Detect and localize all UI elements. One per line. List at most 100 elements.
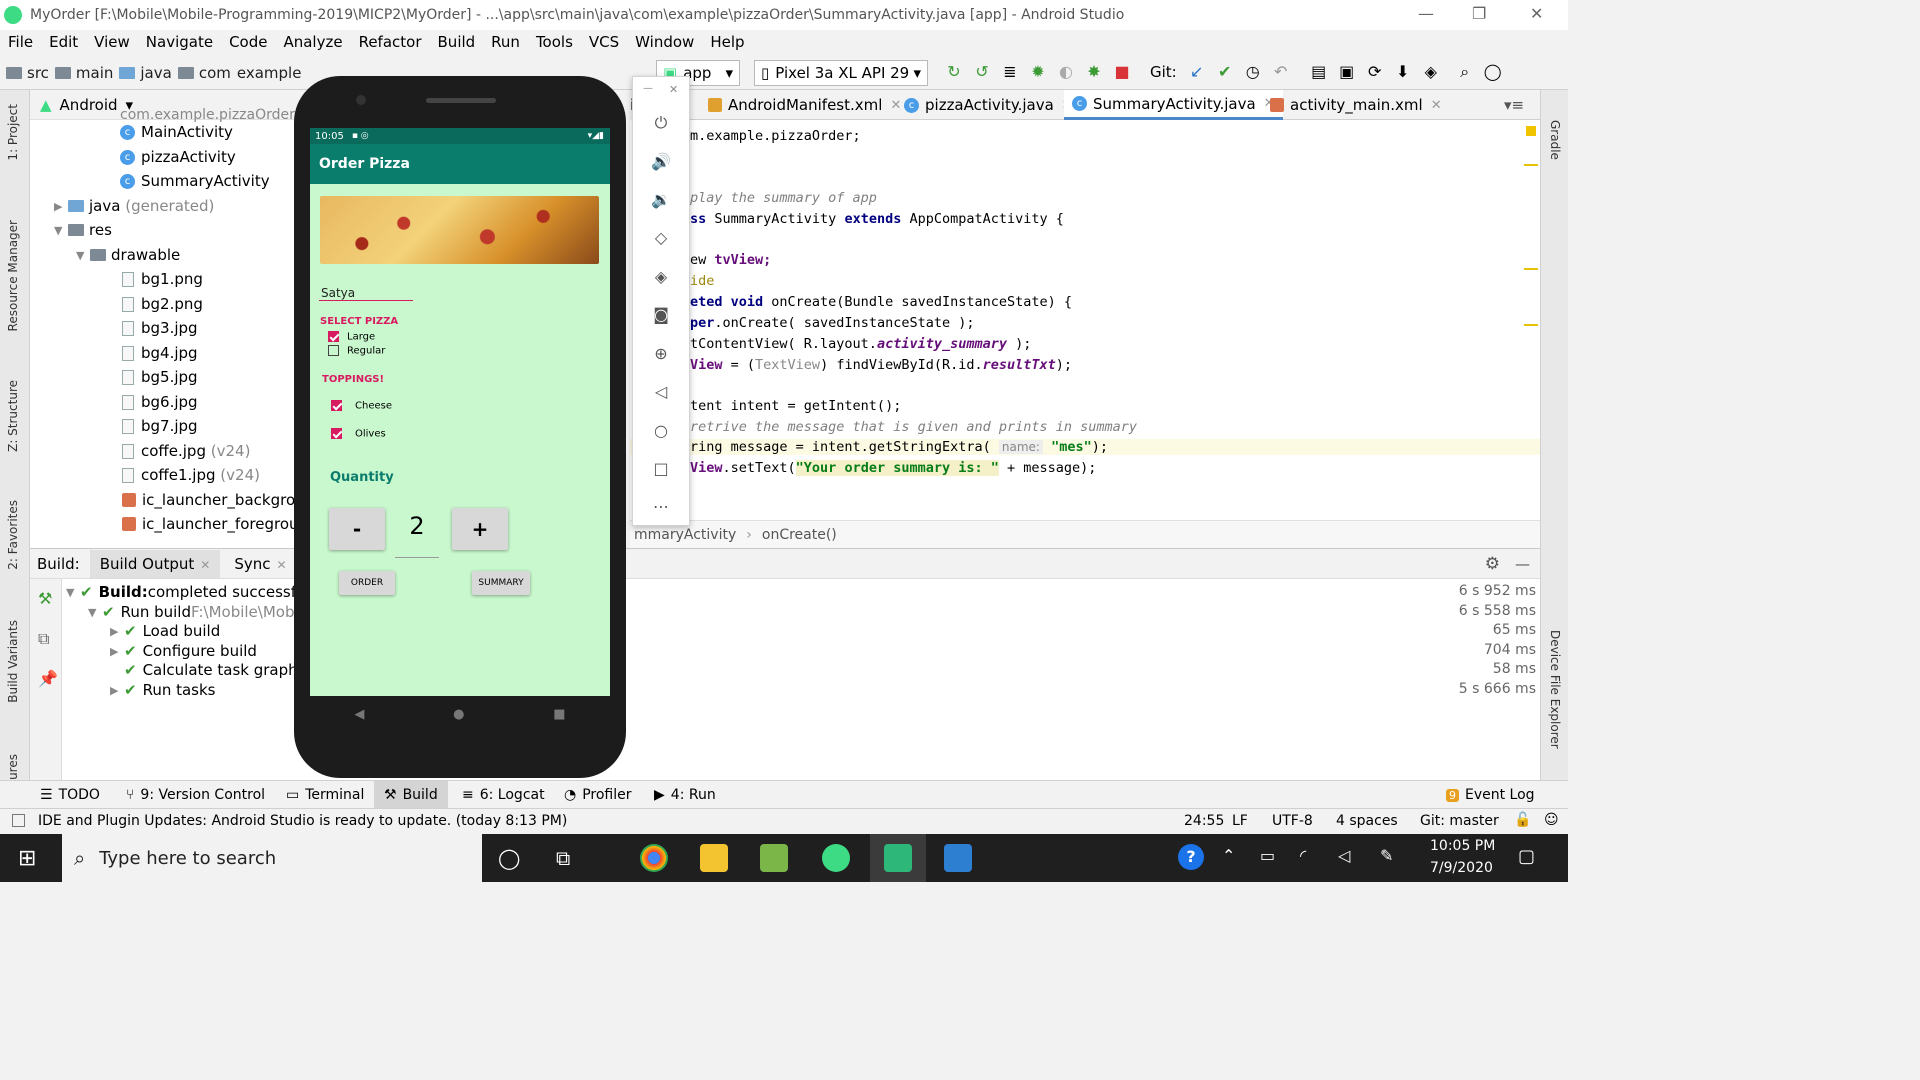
tree-item-mainactivity[interactable]: c MainActivity: [120, 120, 233, 144]
tab-summaryactivity[interactable]: cSummaryActivity.java✕: [1064, 90, 1283, 120]
overview-icon[interactable]: □: [648, 456, 674, 482]
minimize-button[interactable]: —: [1418, 4, 1434, 23]
checkbox-regular[interactable]: Regular: [328, 345, 385, 357]
list-icon[interactable]: ≣: [1000, 62, 1020, 82]
home-icon[interactable]: ○: [648, 418, 674, 444]
lock-icon[interactable]: 🔓: [1514, 812, 1531, 828]
chrome-icon[interactable]: [640, 844, 668, 872]
file-encoding[interactable]: UTF-8: [1272, 813, 1313, 829]
windows-start-icon[interactable]: ⊞: [18, 846, 36, 871]
name-field[interactable]: Satya: [321, 286, 355, 300]
taskbar-search[interactable]: ⌕ Type here to search: [62, 834, 482, 882]
tree-item-launcher-foreground[interactable]: ic_launcher_foreground.: [122, 512, 322, 536]
phone-overview-icon[interactable]: ■: [553, 707, 565, 722]
decrement-button[interactable]: -: [329, 508, 385, 550]
volume-icon[interactable]: ◁: [1338, 846, 1350, 865]
settings-gear-icon[interactable]: ⚙: [1485, 554, 1500, 574]
task-view-icon[interactable]: ⧉: [556, 846, 570, 870]
caret-position[interactable]: 24:55: [1184, 813, 1224, 829]
phone-back-icon[interactable]: ◀: [354, 707, 364, 722]
profiler-tool-button[interactable]: ◔ Profiler: [564, 781, 632, 809]
tree-item-coffe1[interactable]: coffe1.jpg (v24): [122, 463, 260, 487]
checkbox-large[interactable]: Large: [328, 331, 375, 343]
clock-date[interactable]: 7/9/2020: [1430, 860, 1493, 876]
tree-item-file[interactable]: bg5.jpg: [122, 365, 198, 389]
tree-item-file[interactable]: bg6.jpg: [122, 390, 198, 414]
close-button[interactable]: ✕: [1530, 4, 1543, 23]
tree-item-file[interactable]: bg3.jpg: [122, 316, 198, 340]
close-tab-icon[interactable]: ✕: [1431, 98, 1442, 113]
menu-file[interactable]: File: [8, 33, 33, 51]
debug-icon[interactable]: ✹: [1028, 62, 1048, 82]
device-select[interactable]: ▯ Pixel 3a XL API 29 ▾: [754, 60, 928, 86]
wifi-icon[interactable]: ◜: [1300, 846, 1306, 865]
avd-manager-icon[interactable]: ▣: [1337, 62, 1357, 82]
more-icon[interactable]: ⋯: [648, 494, 674, 520]
pin-icon[interactable]: 📌: [38, 669, 58, 688]
build-row-configure-build[interactable]: ▶ ✔ Configure build: [110, 641, 257, 661]
build-row-result[interactable]: ▼ ✔ Build: completed successful: [66, 582, 310, 602]
status-toggle-icon[interactable]: [12, 814, 25, 827]
project-structure-icon[interactable]: ▤: [1309, 62, 1329, 82]
checkbox-cheese[interactable]: Cheese: [331, 400, 392, 412]
apply-changes-icon[interactable]: ↻: [944, 62, 964, 82]
menu-tools[interactable]: Tools: [536, 33, 573, 51]
help-icon[interactable]: ?: [1178, 844, 1204, 870]
structure-tool-button[interactable]: Z: Structure: [6, 380, 20, 452]
clock-time[interactable]: 10:05 PM: [1430, 838, 1495, 854]
apply-code-changes-icon[interactable]: ↺: [972, 62, 992, 82]
tab-build-output[interactable]: Build Output ✕: [89, 549, 221, 578]
notepad-icon[interactable]: [760, 844, 788, 872]
tab-list-menu[interactable]: ▾≡: [1496, 90, 1532, 120]
hammer-icon[interactable]: ⚒: [38, 589, 52, 608]
line-separator[interactable]: LF: [1232, 813, 1248, 829]
menu-analyze[interactable]: Analyze: [283, 33, 342, 51]
build-row-calculate-task-graph[interactable]: ✔ Calculate task graph: [124, 660, 298, 680]
rotate-left-icon[interactable]: ◇: [648, 225, 674, 251]
checkbox-olives[interactable]: Olives: [331, 428, 386, 440]
menu-build[interactable]: Build: [438, 33, 476, 51]
menu-refactor[interactable]: Refactor: [359, 33, 422, 51]
toggle-view-icon[interactable]: ⧉: [38, 629, 49, 649]
notification-icon[interactable]: ☺: [1544, 812, 1559, 828]
photos-icon[interactable]: [944, 844, 972, 872]
breadcrumb-class[interactable]: mmaryActivity: [634, 527, 736, 543]
status-message[interactable]: IDE and Plugin Updates: Android Studio i…: [38, 813, 567, 829]
tab-activity-main[interactable]: activity_main.xml ✕: [1262, 90, 1450, 120]
notifications-icon[interactable]: ▢: [1518, 846, 1535, 867]
file-explorer-icon[interactable]: [700, 844, 728, 872]
menu-run[interactable]: Run: [491, 33, 520, 51]
summary-button[interactable]: SUMMARY: [472, 571, 530, 595]
tree-item-drawable[interactable]: ▼ drawable: [76, 243, 180, 267]
pen-icon[interactable]: ✎: [1380, 846, 1393, 865]
build-tool-button[interactable]: ⚒ Build: [374, 781, 448, 809]
breadcrumb-method[interactable]: onCreate(): [762, 527, 837, 543]
build-row-run-build[interactable]: ▼ ✔ Run build F:\Mobile\Mob: [88, 602, 294, 622]
battery-icon[interactable]: ▭: [1260, 846, 1275, 865]
device-file-explorer-tool-button[interactable]: Device File Explorer: [1548, 630, 1562, 749]
emulator-minimize-icon[interactable]: —: [643, 83, 653, 94]
git-branch[interactable]: Git: master: [1420, 813, 1499, 829]
tree-item-file[interactable]: bg2.png: [122, 292, 203, 316]
menu-help[interactable]: Help: [710, 33, 744, 51]
tree-item-file[interactable]: bg1.png: [122, 267, 203, 291]
logcat-tool-button[interactable]: ≡ 6: Logcat: [462, 781, 545, 809]
tree-item-pizzaactivity[interactable]: c pizzaActivity: [120, 145, 236, 169]
version-control-tool-button[interactable]: ⑂ 9: Version Control: [126, 781, 265, 809]
tree-item-coffe[interactable]: coffe.jpg (v24): [122, 439, 250, 463]
cortana-icon[interactable]: ◯: [498, 846, 520, 870]
build-row-load-build[interactable]: ▶ ✔ Load build: [110, 621, 220, 641]
scroll-marker[interactable]: [1524, 324, 1538, 326]
layout-inspector-icon[interactable]: ◈: [1421, 62, 1441, 82]
sdk-manager-icon[interactable]: ⬇: [1393, 62, 1413, 82]
tab-pizzaactivity[interactable]: cpizzaActivity.java✕: [896, 90, 1081, 120]
pycharm-icon[interactable]: [884, 844, 912, 872]
attach-debugger-icon[interactable]: ✸: [1084, 62, 1104, 82]
resource-manager-tool-button[interactable]: Resource Manager: [6, 220, 20, 331]
project-tool-button[interactable]: 1: Project: [6, 104, 20, 161]
crumb-java[interactable]: java: [119, 64, 172, 82]
git-commit-icon[interactable]: ✔: [1215, 62, 1235, 82]
profile-icon[interactable]: ◐: [1056, 62, 1076, 82]
tree-item-summaryactivity[interactable]: c SummaryActivity: [120, 169, 270, 193]
search-icon[interactable]: ⌕: [1455, 62, 1475, 82]
